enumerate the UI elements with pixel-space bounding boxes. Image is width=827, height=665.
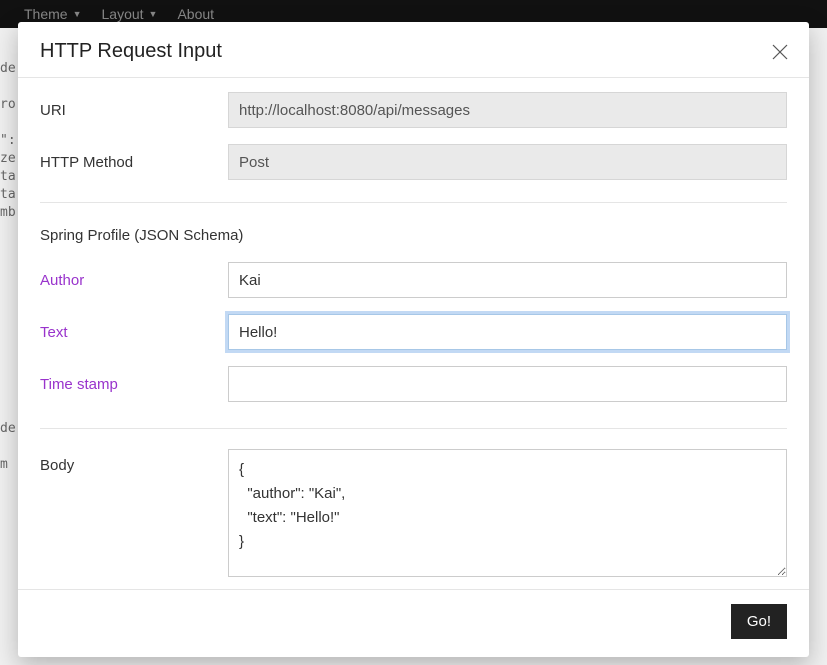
text-label: Text xyxy=(40,324,228,341)
modal-title: HTTP Request Input xyxy=(40,40,222,63)
http-method-field xyxy=(228,144,787,180)
schema-section-header: Spring Profile (JSON Schema) xyxy=(40,213,787,254)
modal-footer: Go! xyxy=(18,589,809,657)
close-icon[interactable] xyxy=(771,43,789,61)
author-label: Author xyxy=(40,272,228,289)
uri-field xyxy=(228,92,787,128)
menu-theme[interactable]: Theme ▼ xyxy=(24,6,82,22)
body-field[interactable] xyxy=(228,449,787,577)
background-code-fragment: de ro ": ze ta ta mb de m xyxy=(0,60,20,660)
modal-body: URI HTTP Method Spring Profile (JSON Sch… xyxy=(18,78,809,589)
menu-about[interactable]: About xyxy=(177,6,214,22)
http-method-label: HTTP Method xyxy=(40,154,228,171)
text-field[interactable] xyxy=(228,314,787,350)
menu-layout[interactable]: Layout ▼ xyxy=(102,6,158,22)
go-button[interactable]: Go! xyxy=(731,604,787,639)
divider xyxy=(40,428,787,429)
timestamp-field[interactable] xyxy=(228,366,787,402)
uri-label: URI xyxy=(40,102,228,119)
modal-header: HTTP Request Input xyxy=(18,22,809,78)
divider xyxy=(40,202,787,203)
http-request-input-modal: HTTP Request Input URI HTTP Method Sprin… xyxy=(18,22,809,657)
body-label: Body xyxy=(40,449,228,474)
author-field[interactable] xyxy=(228,262,787,298)
timestamp-label: Time stamp xyxy=(40,376,228,393)
